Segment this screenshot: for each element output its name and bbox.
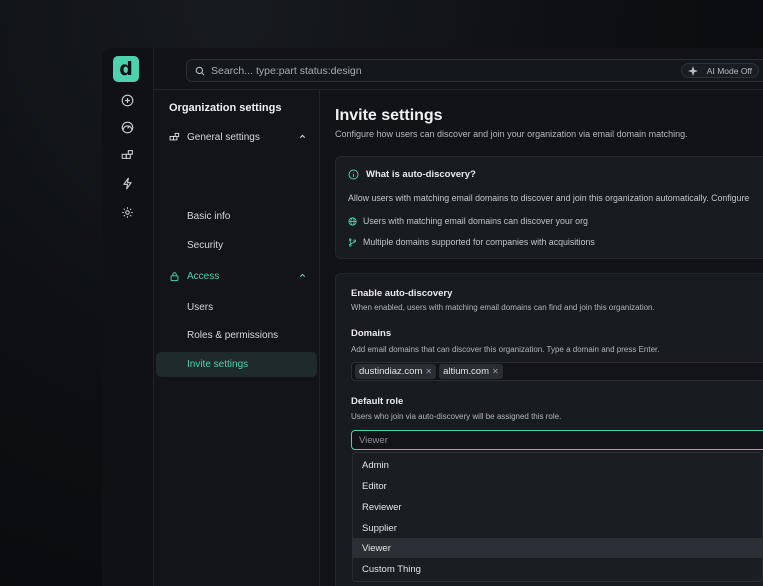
- role-option-admin[interactable]: Admin: [353, 455, 762, 475]
- sidebar-item-invite-settings[interactable]: Invite settings: [187, 359, 248, 370]
- sidebar-group-general-settings[interactable]: General settings: [169, 128, 307, 146]
- domain-chip: dustindiaz.com ✕: [355, 364, 437, 379]
- role-option-custom-thing[interactable]: Custom Thing: [353, 559, 762, 579]
- default-role-select[interactable]: Viewer: [351, 430, 763, 450]
- gear-icon[interactable]: [118, 203, 136, 221]
- search-icon: [195, 66, 205, 75]
- default-role-label: Default role: [351, 396, 404, 407]
- page-title: Invite settings: [335, 107, 443, 124]
- chevron-up-icon: [299, 273, 306, 278]
- plus-circle-icon[interactable]: [118, 91, 136, 109]
- lightning-icon[interactable]: [118, 174, 136, 192]
- lock-icon: [169, 271, 180, 282]
- dashboard-icon[interactable]: [118, 118, 136, 136]
- feature-item: Users with matching email domains can di…: [348, 216, 588, 226]
- icon-rail: d: [102, 48, 154, 586]
- info-card-heading: What is auto-discovery?: [348, 169, 476, 180]
- info-card-title: What is auto-discovery?: [366, 169, 476, 180]
- sparkle-icon: [687, 65, 698, 76]
- feature-text: Users with matching email domains can di…: [363, 216, 588, 226]
- role-dropdown-menu: Admin Editor Reviewer Supplier Viewer Cu…: [352, 452, 763, 582]
- page-subtitle: Configure how users can discover and joi…: [335, 129, 688, 139]
- search-bar[interactable]: AI Mode Off: [186, 59, 763, 82]
- blocks-icon: [169, 132, 180, 143]
- enable-auto-discovery-heading: Enable auto-discovery: [351, 288, 453, 299]
- sidebar-group-access[interactable]: Access: [169, 267, 307, 285]
- domain-chip-label: altium.com: [443, 366, 490, 377]
- close-icon[interactable]: ✕: [425, 367, 432, 376]
- default-role-hint: Users who join via auto-discovery will b…: [351, 412, 562, 421]
- domain-chip-label: dustindiaz.com: [359, 366, 423, 377]
- sidebar-item-security[interactable]: Security: [187, 240, 223, 251]
- domain-chip: altium.com ✕: [439, 364, 503, 379]
- globe-icon: [348, 216, 357, 226]
- close-icon[interactable]: ✕: [492, 367, 499, 376]
- blocks-icon[interactable]: [118, 146, 136, 164]
- logo-letter: d: [119, 58, 133, 80]
- sidebar-group-label: Access: [187, 270, 220, 282]
- sidebar-item-basic-info[interactable]: Basic info: [187, 211, 230, 222]
- chevron-up-icon: [299, 134, 306, 139]
- branch-icon: [348, 237, 357, 247]
- ai-mode-toggle[interactable]: AI Mode Off: [680, 63, 759, 78]
- info-card-description: Allow users with matching email domains …: [348, 193, 750, 203]
- domains-input[interactable]: dustindiaz.com ✕ altium.com ✕: [351, 362, 763, 381]
- role-option-editor[interactable]: Editor: [353, 476, 762, 496]
- sidebar-group-label: General settings: [187, 131, 260, 143]
- role-option-supplier[interactable]: Supplier: [353, 518, 762, 538]
- role-option-reviewer[interactable]: Reviewer: [353, 497, 762, 517]
- domains-label: Domains: [351, 328, 392, 339]
- top-bar: AI Mode Off: [154, 48, 763, 90]
- settings-sidebar: Organization settings General settings B…: [154, 90, 320, 586]
- auto-discovery-info-card: What is auto-discovery? Allow users with…: [335, 156, 763, 259]
- info-icon: [348, 169, 359, 180]
- sidebar-item-roles-permissions[interactable]: Roles & permissions: [187, 330, 278, 341]
- enable-auto-discovery-description: When enabled, users with matching email …: [351, 303, 655, 312]
- sidebar-item-users[interactable]: Users: [187, 302, 213, 313]
- feature-text: Multiple domains supported for companies…: [363, 237, 595, 247]
- role-option-viewer[interactable]: Viewer: [353, 538, 762, 558]
- domains-hint: Add email domains that can discover this…: [351, 345, 660, 354]
- feature-item: Multiple domains supported for companies…: [348, 237, 595, 247]
- default-role-value: Viewer: [359, 434, 388, 446]
- app-logo[interactable]: d: [113, 56, 139, 82]
- ai-mode-label: AI Mode Off: [706, 65, 752, 76]
- sidebar-title: Organization settings: [169, 102, 282, 114]
